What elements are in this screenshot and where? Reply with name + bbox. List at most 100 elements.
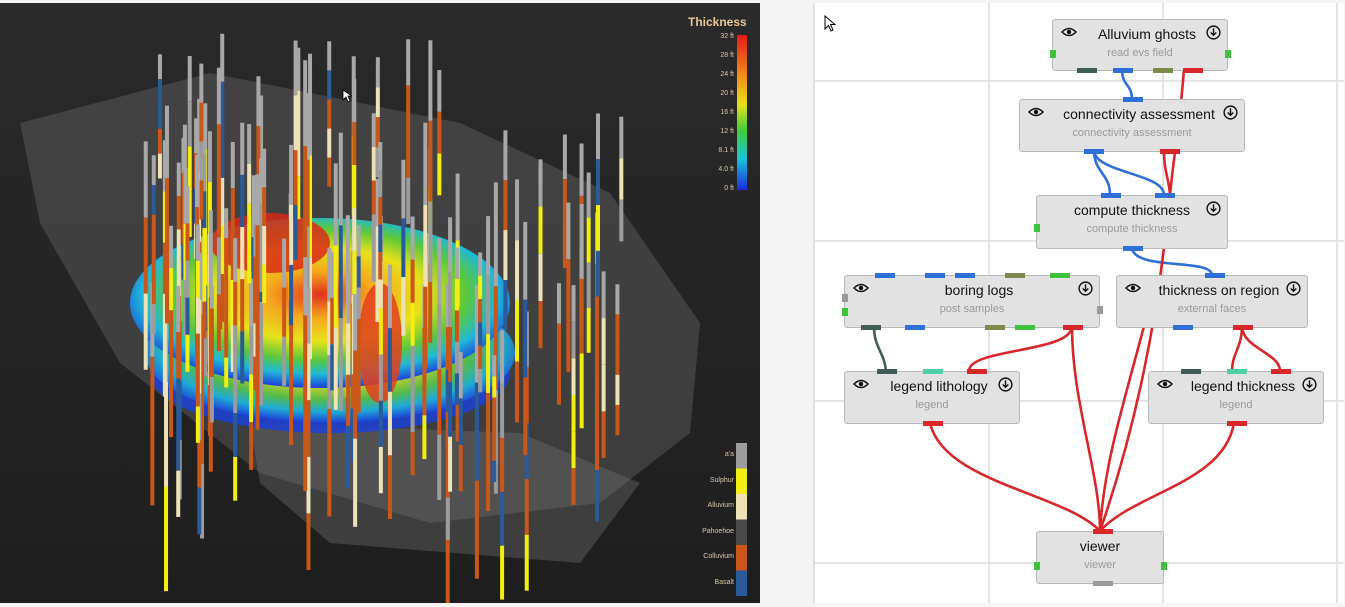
borehole-segment: [503, 279, 508, 330]
port-red[interactable]: [1183, 68, 1203, 73]
port-mint[interactable]: [923, 369, 943, 374]
port-blue[interactable]: [875, 273, 895, 278]
port-green[interactable]: [1015, 325, 1035, 330]
wire-blue: [1092, 149, 1166, 196]
borehole-segment: [330, 297, 335, 345]
port-blue[interactable]: [1084, 149, 1104, 154]
port-green[interactable]: [1161, 562, 1167, 570]
borehole-segment: [208, 210, 213, 298]
port-green[interactable]: [1034, 562, 1040, 570]
port-red[interactable]: [1271, 369, 1291, 374]
borehole-segment: [515, 361, 520, 423]
eye-icon[interactable]: [1157, 379, 1173, 389]
download-icon[interactable]: [1206, 25, 1221, 40]
node-alluvium-ghosts[interactable]: Alluvium ghosts read evs field: [1050, 19, 1231, 73]
port-olive[interactable]: [1005, 273, 1025, 278]
port-red[interactable]: [1227, 421, 1247, 426]
borehole-segment: [454, 310, 459, 342]
port-blue[interactable]: [925, 273, 945, 278]
eye-icon[interactable]: [853, 379, 869, 389]
port-red[interactable]: [1063, 325, 1083, 330]
eye-icon[interactable]: [1061, 27, 1077, 37]
borehole-segment: [423, 122, 428, 205]
borehole-segment: [202, 228, 207, 265]
node-legend-thickness[interactable]: legend thickness legend: [1148, 369, 1324, 426]
port-gray[interactable]: [1093, 581, 1113, 586]
download-icon[interactable]: [1223, 105, 1238, 120]
download-icon[interactable]: [1286, 281, 1301, 296]
port-blue[interactable]: [1205, 273, 1225, 278]
borehole-segment: [538, 301, 543, 349]
port-gray[interactable]: [842, 294, 848, 302]
port-green[interactable]: [842, 308, 848, 316]
node-subtitle: viewer: [1084, 559, 1116, 571]
lithology-swatch: [736, 443, 747, 469]
port-red[interactable]: [1233, 325, 1253, 330]
port-green[interactable]: [1034, 224, 1040, 232]
port-teal[interactable]: [877, 369, 897, 374]
port-blue[interactable]: [1155, 193, 1175, 198]
borehole-segment: [371, 214, 376, 249]
node-viewer[interactable]: viewer viewer: [1034, 529, 1167, 586]
port-blue[interactable]: [1123, 97, 1143, 102]
node-title: connectivity assessment: [1063, 106, 1215, 122]
lithology-label: Pahoehoe: [702, 527, 734, 535]
3d-viewport[interactable]: Thickness 32 ft 28 ft 24 ft 20 ft 16 ft 12 ft…: [0, 3, 760, 603]
borehole-segment: [330, 344, 335, 391]
borehole-segment: [216, 294, 221, 352]
port-mint[interactable]: [1227, 369, 1247, 374]
thickness-scene: [20, 33, 747, 603]
borehole-segment: [478, 299, 483, 323]
borehole-segment: [356, 287, 361, 319]
node-thickness-region[interactable]: thickness on region external faces: [1116, 273, 1308, 330]
eye-icon[interactable]: [1125, 283, 1141, 293]
port-blue[interactable]: [1101, 193, 1121, 198]
port-blue[interactable]: [1123, 246, 1143, 251]
borehole-segment: [378, 169, 383, 198]
borehole-segment: [249, 278, 254, 327]
port-green[interactable]: [1050, 50, 1056, 58]
port-red[interactable]: [923, 421, 943, 426]
download-icon[interactable]: [1206, 201, 1221, 216]
eye-icon[interactable]: [1028, 107, 1044, 117]
port-teal[interactable]: [1181, 369, 1201, 374]
borehole-segment: [157, 153, 162, 179]
port-green[interactable]: [1225, 50, 1231, 58]
node-connectivity[interactable]: connectivity assessment connectivity asse…: [1019, 97, 1245, 154]
borehole-segment: [282, 336, 287, 386]
port-olive[interactable]: [985, 325, 1005, 330]
borehole-segment: [478, 368, 483, 393]
borehole-segment: [185, 260, 190, 298]
network-editor[interactable]: Alluvium ghosts read evs field connectivit…: [813, 3, 1344, 603]
download-icon[interactable]: [998, 377, 1013, 392]
node-boring-logs[interactable]: boring logs post samples: [842, 273, 1103, 330]
borehole-segment: [162, 345, 167, 397]
download-icon[interactable]: [1078, 281, 1093, 296]
node-compute-thickness[interactable]: compute thickness compute thickness: [1034, 193, 1228, 251]
eye-icon[interactable]: [853, 283, 869, 293]
node-title: Alluvium ghosts: [1097, 26, 1197, 42]
port-blue[interactable]: [905, 325, 925, 330]
port-red[interactable]: [967, 369, 987, 374]
port-red[interactable]: [1160, 149, 1180, 154]
port-green[interactable]: [1050, 273, 1070, 278]
borehole-segment: [169, 310, 174, 353]
borehole-segment: [378, 354, 383, 401]
borehole-segment: [557, 283, 562, 324]
borehole-segment: [478, 252, 483, 276]
port-red[interactable]: [1093, 529, 1113, 534]
port-blue[interactable]: [1113, 68, 1133, 73]
borehole-segment: [371, 248, 376, 282]
borehole-segment: [571, 358, 576, 396]
port-olive[interactable]: [1153, 68, 1173, 73]
node-legend-lithology[interactable]: legend lithology legend: [844, 369, 1020, 426]
wire-red: [928, 422, 1101, 532]
port-teal[interactable]: [861, 325, 881, 330]
port-gray[interactable]: [1097, 306, 1103, 314]
port-teal[interactable]: [1077, 68, 1097, 73]
port-blue[interactable]: [955, 273, 975, 278]
borehole-segment: [176, 378, 181, 425]
download-icon[interactable]: [1302, 377, 1317, 392]
port-blue[interactable]: [1173, 325, 1193, 330]
node-subtitle: connectivity assessment: [1072, 127, 1192, 139]
